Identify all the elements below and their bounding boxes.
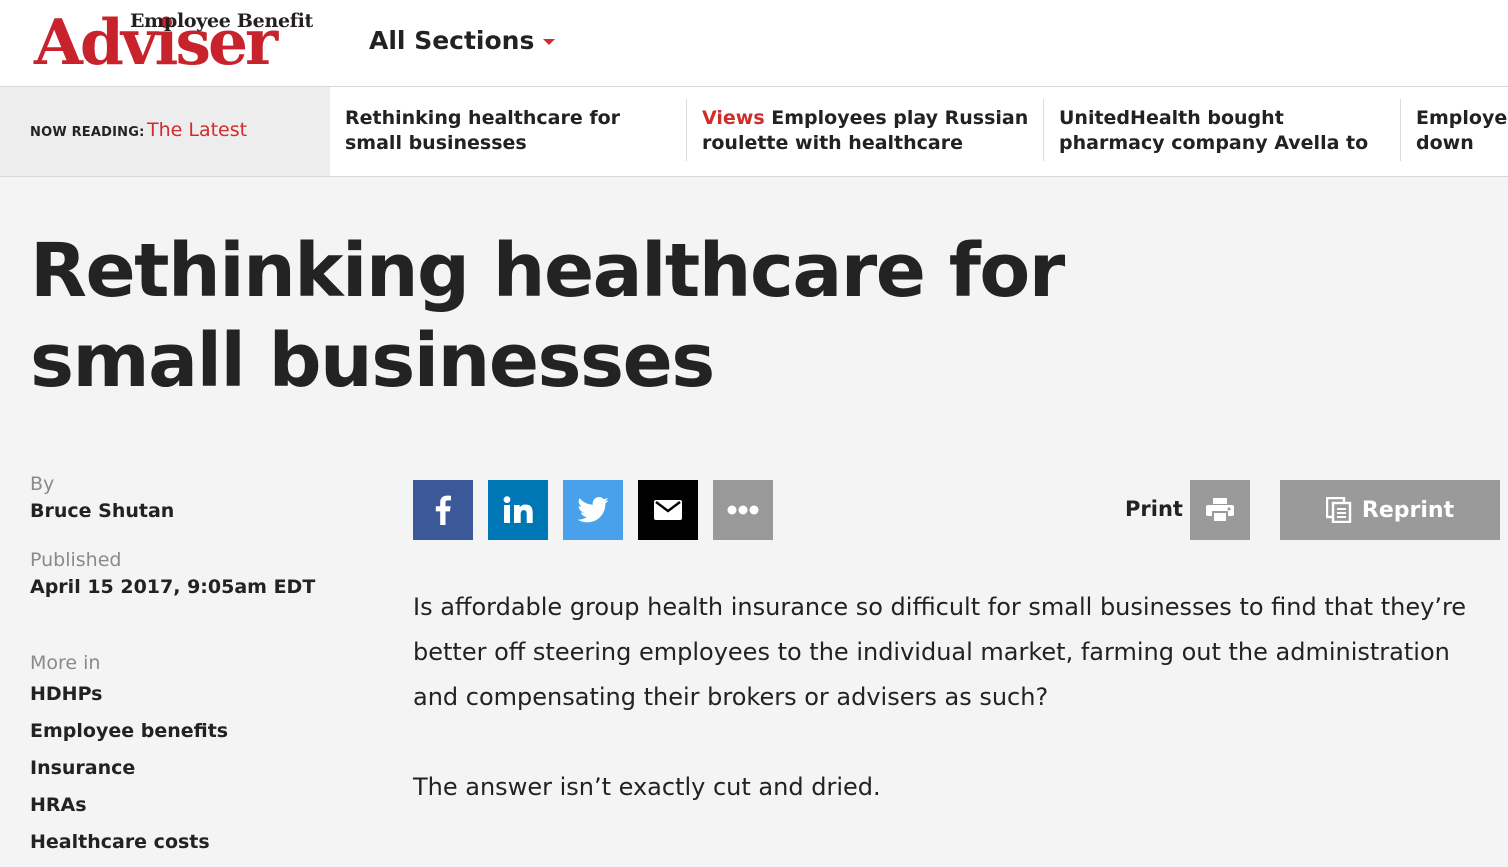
twitter-icon [577,497,609,523]
more-in-heading: More in [30,652,101,674]
share-twitter-button[interactable] [563,480,623,540]
linkedin-icon [503,496,533,523]
author-name[interactable]: Bruce Shutan [30,500,174,522]
published-date: April 15 2017, 9:05am EDT [30,576,316,598]
published-info: Published April 15 2017, 9:05am EDT [30,549,315,598]
more-in-label: More in [30,652,100,674]
now-reading-value[interactable]: The Latest [147,119,247,141]
now-reading-strip: NOW READING: The Latest Rethinking healt… [0,87,1508,177]
published-label: Published [30,549,122,571]
story-title: UnitedHealth bought pharmacy company Ave… [1059,107,1369,160]
print-button[interactable] [1190,480,1250,540]
all-sections-menu[interactable]: All Sections [369,26,556,55]
story-title: Rethinking healthcare for small business… [345,107,621,154]
story-divider [1400,99,1401,161]
topic-link-insurance[interactable]: Insurance [30,756,228,793]
article-paragraph: Is affordable group health insurance so … [413,593,1467,711]
story-link-1[interactable]: Rethinking healthcare for small business… [345,106,665,160]
email-icon [654,500,682,520]
more-in-list: HDHPs Employee benefits Insurance HRAs H… [30,682,228,867]
printer-icon [1206,498,1234,522]
topic-link-healthcare-costs[interactable]: Healthcare costs [30,830,228,867]
now-reading-label: NOW READING: [30,125,145,140]
article-paragraph: The answer isn’t exactly cut and dried. [413,773,881,801]
share-email-button[interactable] [638,480,698,540]
more-icon [727,505,759,515]
chevron-down-icon [543,38,556,45]
story-link-2[interactable]: Views Employees play Russian roulette wi… [702,106,1032,160]
story-divider [686,99,687,161]
reprint-button[interactable]: Reprint [1280,480,1500,540]
story-link-4[interactable]: Employers down bar [1416,106,1508,160]
byline: By Bruce Shutan [30,473,174,522]
topic-link-employee-benefits[interactable]: Employee benefits [30,719,228,756]
share-facebook-button[interactable] [413,480,473,540]
now-reading-label-box: NOW READING: The Latest [0,87,330,176]
print-label[interactable]: Print [1125,497,1183,521]
story-divider [1043,99,1044,161]
by-label: By [30,473,55,495]
article-headline: Rethinking healthcare for small business… [30,228,1065,404]
reprint-label: Reprint [1361,497,1455,523]
story-tag: Views [702,107,765,129]
logo-subtitle: Employee Benefit [130,10,314,32]
share-linkedin-button[interactable] [488,480,548,540]
facebook-icon [435,495,451,525]
topic-link-hdhps[interactable]: HDHPs [30,682,228,719]
topic-link-hras[interactable]: HRAs [30,793,228,830]
story-title: Employers down bar [1416,107,1508,160]
all-sections-label: All Sections [369,26,535,55]
share-more-button[interactable] [713,480,773,540]
site-logo[interactable]: Adviser Employee Benefit [34,5,313,79]
site-header: Adviser Employee Benefit All Sections [0,0,1508,87]
story-link-3[interactable]: UnitedHealth bought pharmacy company Ave… [1059,106,1379,160]
reprint-icon [1325,497,1352,523]
